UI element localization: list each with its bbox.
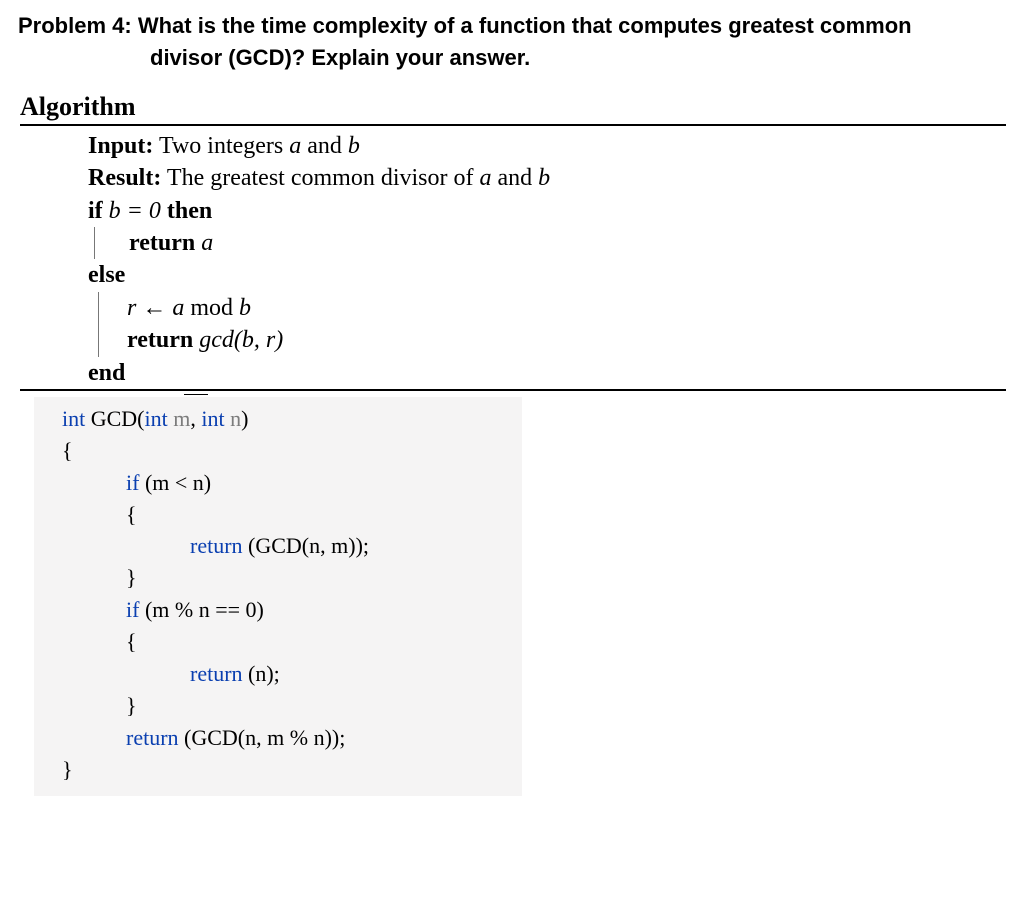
code-line-9: return (n); [62,658,512,690]
fn-name: GCD( [85,406,144,431]
return-a-var: a [201,230,213,256]
gcd-fn: gcd [199,327,234,353]
a-var: a [172,295,184,321]
else-body: r ← a mod b return gcd(b, r) [98,292,1006,357]
algorithm-title: Algorithm [20,92,1006,122]
cond2: (m % n == 0) [139,597,263,622]
code-line-7: if (m % n == 0) [62,594,512,626]
code-line-3: if (m < n) [62,467,512,499]
algo-result-line: Result: The greatest common divisor of a… [88,162,1006,194]
and-word: and [301,133,348,159]
code-line-12: } [62,754,512,786]
problem-question-line1: What is the time complexity of a functio… [138,13,912,38]
comma: , [190,406,201,431]
kw-int2: int [145,406,168,431]
kw-if2: if [126,597,139,622]
kw-int: int [62,406,85,431]
var-b2: b [538,165,550,191]
code-line-10: } [62,690,512,722]
input-text: Two integers [159,133,289,159]
kw-return1: return [190,533,243,558]
code-line-5: return (GCD(n, m)); [62,530,512,562]
algo-if-line: if b = 0 then [88,195,1006,227]
code-block: int GCD(int m, int n) { if (m < n) { ret… [34,397,522,796]
code-line-1: int GCD(int m, int n) [62,403,512,435]
assign-line: r ← a mod b [127,292,1006,324]
algorithm-block: Algorithm Input: Two integers a and b Re… [20,92,1006,391]
kw-int3: int [201,406,224,431]
ret2: (n); [243,661,280,686]
mod-word: mod [184,295,239,321]
code-line-11: return (GCD(n, m % n)); [62,722,512,754]
b-var: b [239,295,251,321]
algo-input-line: Input: Two integers a and b [88,130,1006,162]
kw-return3: return [126,725,179,750]
problem-header: Problem 4: What is the time complexity o… [18,10,1006,74]
code-line-2: { [62,435,512,467]
end-kw: end [88,360,125,386]
end-line: end [88,357,1006,389]
var-a2: a [480,165,492,191]
arrow: ← [136,295,172,321]
code-wrap: int GCD(int m, int n) { if (m < n) { ret… [18,397,1006,796]
return-kw: return [129,230,201,256]
param-m: m [168,406,191,431]
result-label: Result: [88,165,161,191]
code-line-6: } [62,562,512,594]
algorithm-body: Input: Two integers a and b Result: The … [20,130,1006,389]
algorithm-rule-top [20,124,1006,126]
and-word2: and [492,165,539,191]
return-kw2: return [127,327,199,353]
ret3: (GCD(n, m % n)); [179,725,346,750]
return-a-line: return a [129,227,1006,259]
gcd-args: (b, r) [234,327,283,353]
code-line-8: { [62,626,512,658]
if-kw: if [88,198,109,224]
algorithm-rule-bottom [20,389,1006,391]
var-b: b [348,133,360,159]
ret1: (GCD(n, m)); [243,533,369,558]
then-kw: then [161,198,212,224]
r-var: r [127,295,136,321]
return-gcd-line: return gcd(b, r) [127,324,1006,356]
var-a: a [289,133,301,159]
close-paren: ) [241,406,248,431]
result-text: The greatest common divisor of [167,165,480,191]
input-label: Input: [88,133,153,159]
page-root: Problem 4: What is the time complexity o… [0,0,1024,836]
else-kw: else [88,262,125,288]
problem-question-line2: divisor (GCD)? Explain your answer. [18,42,1006,74]
overline-decoration [184,394,208,395]
param-n: n [225,406,242,431]
kw-if: if [126,470,139,495]
if-body: return a [94,227,1006,259]
code-line-4: { [62,499,512,531]
cond1: (m < n) [139,470,211,495]
kw-return2: return [190,661,243,686]
else-line: else [88,259,1006,291]
problem-label: Problem 4: [18,13,138,38]
if-cond: b = 0 [109,198,161,224]
